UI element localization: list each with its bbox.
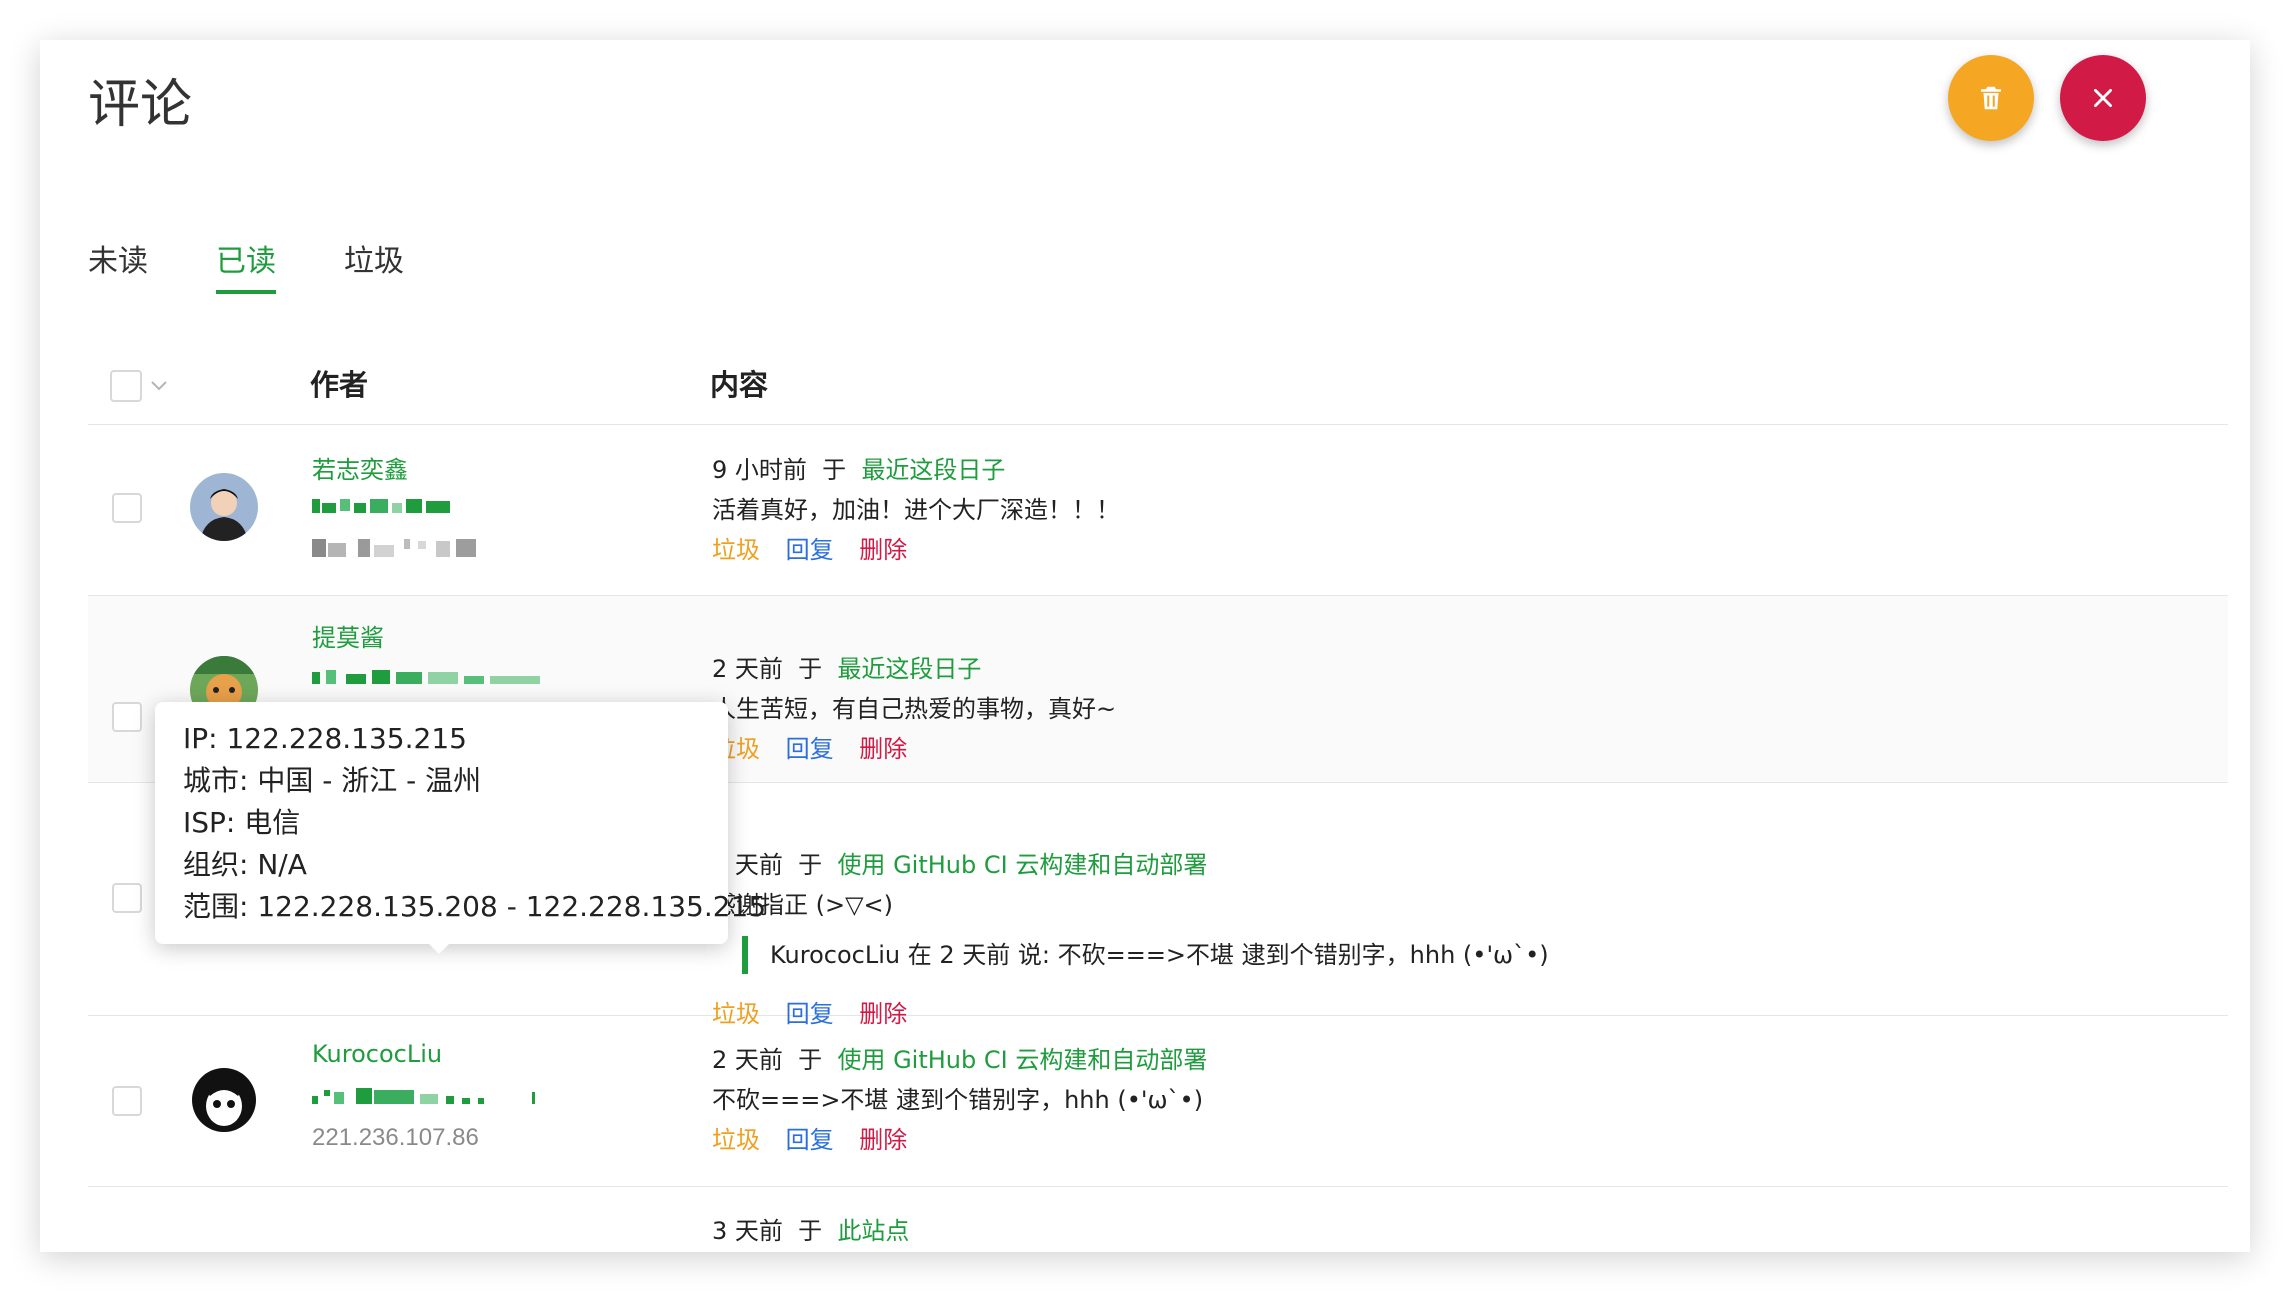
tab-spam[interactable]: 垃圾 [344, 236, 404, 296]
author-column-header: 作者 [310, 368, 369, 402]
author-name[interactable]: KurococLiu [312, 1040, 442, 1068]
empty-trash-button[interactable] [1948, 55, 2034, 141]
table-header: 作者 内容 [88, 340, 2228, 425]
delete-action[interactable]: 删除 [859, 735, 907, 763]
redacted-ip [312, 539, 476, 557]
delete-action[interactable]: 删除 [859, 536, 907, 564]
row-checkbox[interactable] [112, 493, 142, 523]
meta-connector: 于 [798, 1046, 823, 1074]
post-link[interactable]: 最近这段日子 [861, 456, 1005, 484]
quoted-comment: KurococLiu 在 2 天前 说: 不砍===>不堪 逮到个错别字，hhh… [742, 936, 1549, 974]
page-title: 评论 [88, 75, 193, 135]
redacted-email [312, 670, 540, 684]
comments-panel: 评论 未读 已读 垃圾 作者 内容 若志奕鑫 9 小时前 于 最近这段日子 活着… [40, 40, 2250, 1252]
author-name[interactable]: 若志奕鑫 [312, 450, 408, 485]
row-checkbox[interactable] [112, 883, 142, 913]
table-row: 若志奕鑫 9 小时前 于 最近这段日子 活着真好，加油！进个大厂深造！！！ 垃圾… [88, 425, 2228, 596]
comment-time: 2 天前 [712, 655, 783, 683]
reply-action[interactable]: 回复 [786, 536, 834, 564]
post-link[interactable]: 使用 GitHub CI 云构建和自动部署 [837, 851, 1207, 879]
comment-text: 不砍===>不堪 逮到个错别字，hhh (•'ω`•) [712, 1086, 1204, 1114]
close-button[interactable] [2060, 55, 2146, 141]
comment-actions: 垃圾 回复 删除 [712, 729, 925, 764]
meta-connector: 于 [798, 851, 823, 879]
reply-action[interactable]: 回复 [786, 735, 834, 763]
row-checkbox[interactable] [112, 702, 142, 732]
row-checkbox[interactable] [112, 1086, 142, 1116]
table-row: KurococLiu 221.236.107.86 2 天前 于 使用 GitH… [88, 1016, 2228, 1187]
comment-meta: 2 天前 于 使用 GitHub CI 云构建和自动部署 [712, 845, 1207, 880]
delete-action[interactable]: 删除 [859, 1126, 907, 1154]
meta-connector: 于 [798, 655, 823, 683]
tab-unread[interactable]: 未读 [88, 236, 148, 296]
spam-action[interactable]: 垃圾 [712, 1126, 760, 1154]
tooltip-isp: ISP: 电信 [183, 806, 301, 839]
comment-actions: 垃圾 回复 删除 [712, 530, 925, 565]
post-link[interactable]: 此站点 [837, 1217, 909, 1245]
post-link[interactable]: 使用 GitHub CI 云构建和自动部署 [837, 1046, 1207, 1074]
avatar [190, 1066, 258, 1134]
chevron-down-icon[interactable] [150, 378, 168, 392]
comment-meta: 3 天前 于 此站点 [712, 1211, 909, 1246]
tooltip-ip: IP: 122.228.135.215 [183, 722, 467, 755]
comment-text: 人生苦短，有自己热爱的事物，真好~ [712, 695, 1117, 723]
spam-action[interactable]: 垃圾 [712, 536, 760, 564]
select-all-checkbox[interactable] [110, 370, 142, 402]
content-column-header: 内容 [710, 368, 769, 402]
tooltip-arrow [427, 942, 451, 954]
redacted-email [312, 1088, 535, 1104]
comment-meta: 9 小时前 于 最近这段日子 [712, 450, 1005, 485]
meta-connector: 于 [822, 456, 847, 484]
close-icon [2094, 89, 2112, 107]
post-link[interactable]: 最近这段日子 [837, 655, 981, 683]
comment-meta: 2 天前 于 使用 GitHub CI 云构建和自动部署 [712, 1040, 1207, 1075]
avatar [190, 473, 258, 541]
comment-time: 3 天前 [712, 1217, 783, 1245]
comment-time: 9 小时前 [712, 456, 807, 484]
tooltip-org: 组织: N/A [183, 848, 307, 881]
table-row: 3 天前 于 此站点 [88, 1187, 2228, 1252]
redacted-email [312, 499, 450, 513]
author-ip[interactable]: 221.236.107.86 [312, 1124, 479, 1152]
tab-read[interactable]: 已读 [216, 236, 276, 294]
author-name[interactable]: 提莫酱 [312, 618, 384, 653]
trash-icon [1981, 86, 2001, 110]
comment-time: 2 天前 [712, 1046, 783, 1074]
tooltip-city: 城市: 中国 - 浙江 - 温州 [183, 764, 482, 797]
comment-text: 活着真好，加油！进个大厂深造！！！ [712, 496, 1120, 524]
comment-actions: 垃圾 回复 删除 [712, 1120, 925, 1155]
comment-meta: 2 天前 于 最近这段日子 [712, 649, 981, 684]
tooltip-range: 范围: 122.228.135.208 - 122.228.135.215 [183, 890, 767, 923]
reply-action[interactable]: 回复 [786, 1126, 834, 1154]
meta-connector: 于 [798, 1217, 823, 1245]
ip-info-tooltip: IP: 122.228.135.215 城市: 中国 - 浙江 - 温州 ISP… [155, 702, 767, 944]
